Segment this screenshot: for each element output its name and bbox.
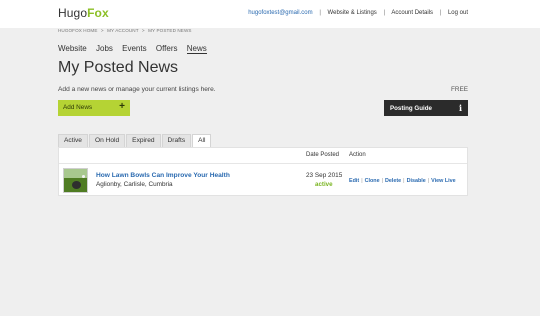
page-title: My Posted News xyxy=(58,59,179,76)
account-nav: hugofoxtest@gmail.com | Website & Listin… xyxy=(248,10,468,16)
row-actions: Edit | Clone | Delete | Disable | View Live xyxy=(349,178,456,184)
nav-separator: | xyxy=(383,10,386,16)
edit-link[interactable]: Edit xyxy=(349,178,359,184)
logo-text-hugo: Hugo xyxy=(58,6,88,20)
column-header-action: Action xyxy=(349,152,366,158)
tab-active[interactable]: Active xyxy=(58,134,88,147)
listing-type-nav: Website Jobs Events Offers News xyxy=(58,44,214,54)
nav-separator: | xyxy=(319,10,321,16)
breadcrumb-current: MY POSTED NEWS xyxy=(148,28,192,33)
page-description: Add a new news or manage your current li… xyxy=(58,86,216,93)
delete-link[interactable]: Delete xyxy=(385,178,401,184)
plan-label: FREE xyxy=(450,86,468,93)
website-listings-link[interactable]: Website & Listings xyxy=(328,10,377,16)
news-location: Aglionby, Carlisle, Cumbria xyxy=(96,181,173,188)
posting-guide-label: Posting Guide xyxy=(390,104,432,112)
disable-link[interactable]: Disable xyxy=(407,178,426,184)
news-date-posted: 23 Sep 2015 xyxy=(306,172,343,179)
tab-on-hold[interactable]: On Hold xyxy=(88,134,126,147)
status-tabs: Active On Hold Expired Drafts All xyxy=(58,134,212,147)
nav-separator: | xyxy=(439,10,442,16)
tab-drafts[interactable]: Drafts xyxy=(161,134,192,147)
breadcrumb-my-account[interactable]: MY ACCOUNT xyxy=(107,28,138,33)
news-title-link[interactable]: How Lawn Bowls Can Improve Your Health xyxy=(96,172,230,179)
news-thumbnail-image[interactable] xyxy=(63,168,88,193)
view-live-link[interactable]: View Live xyxy=(431,178,455,184)
breadcrumb-home[interactable]: HUGOFOX HOME xyxy=(58,28,97,33)
news-listing-table: Date Posted Action How Lawn Bowls Can Im… xyxy=(58,147,468,196)
subnav-events[interactable]: Events xyxy=(122,44,146,53)
tab-expired[interactable]: Expired xyxy=(126,134,161,147)
add-news-label: Add News xyxy=(63,104,93,111)
subnav-jobs[interactable]: Jobs xyxy=(96,44,113,53)
column-header-date-posted: Date Posted xyxy=(306,152,340,158)
account-email-link[interactable]: hugofoxtest@gmail.com xyxy=(248,10,312,16)
status-badge: active xyxy=(315,181,333,188)
action-separator: | xyxy=(403,178,405,184)
subnav-news[interactable]: News xyxy=(186,44,207,54)
account-details-link[interactable]: Account Details xyxy=(391,10,433,16)
add-news-button[interactable]: Add News + xyxy=(58,100,130,116)
hugofox-logo[interactable]: HugoFox xyxy=(58,6,109,20)
breadcrumb: HUGOFOX HOME > MY ACCOUNT > MY POSTED NE… xyxy=(58,28,192,33)
subnav-website[interactable]: Website xyxy=(58,44,87,53)
info-icon: i xyxy=(458,103,462,113)
tab-all[interactable]: All xyxy=(192,134,212,147)
posting-guide-button[interactable]: Posting Guide i xyxy=(384,100,468,116)
breadcrumb-separator: > xyxy=(100,28,104,33)
action-separator: | xyxy=(361,178,363,184)
action-separator: | xyxy=(427,178,430,184)
subnav-offers[interactable]: Offers xyxy=(156,44,178,53)
logout-link[interactable]: Log out xyxy=(448,10,468,16)
plus-icon: + xyxy=(119,101,125,112)
header-divider xyxy=(59,163,467,164)
action-separator: | xyxy=(381,178,383,184)
logo-text-fox: Fox xyxy=(87,6,109,20)
clone-link[interactable]: Clone xyxy=(365,178,380,184)
breadcrumb-separator: > xyxy=(141,28,145,33)
top-bar: HugoFox hugofoxtest@gmail.com | Website … xyxy=(0,0,540,28)
